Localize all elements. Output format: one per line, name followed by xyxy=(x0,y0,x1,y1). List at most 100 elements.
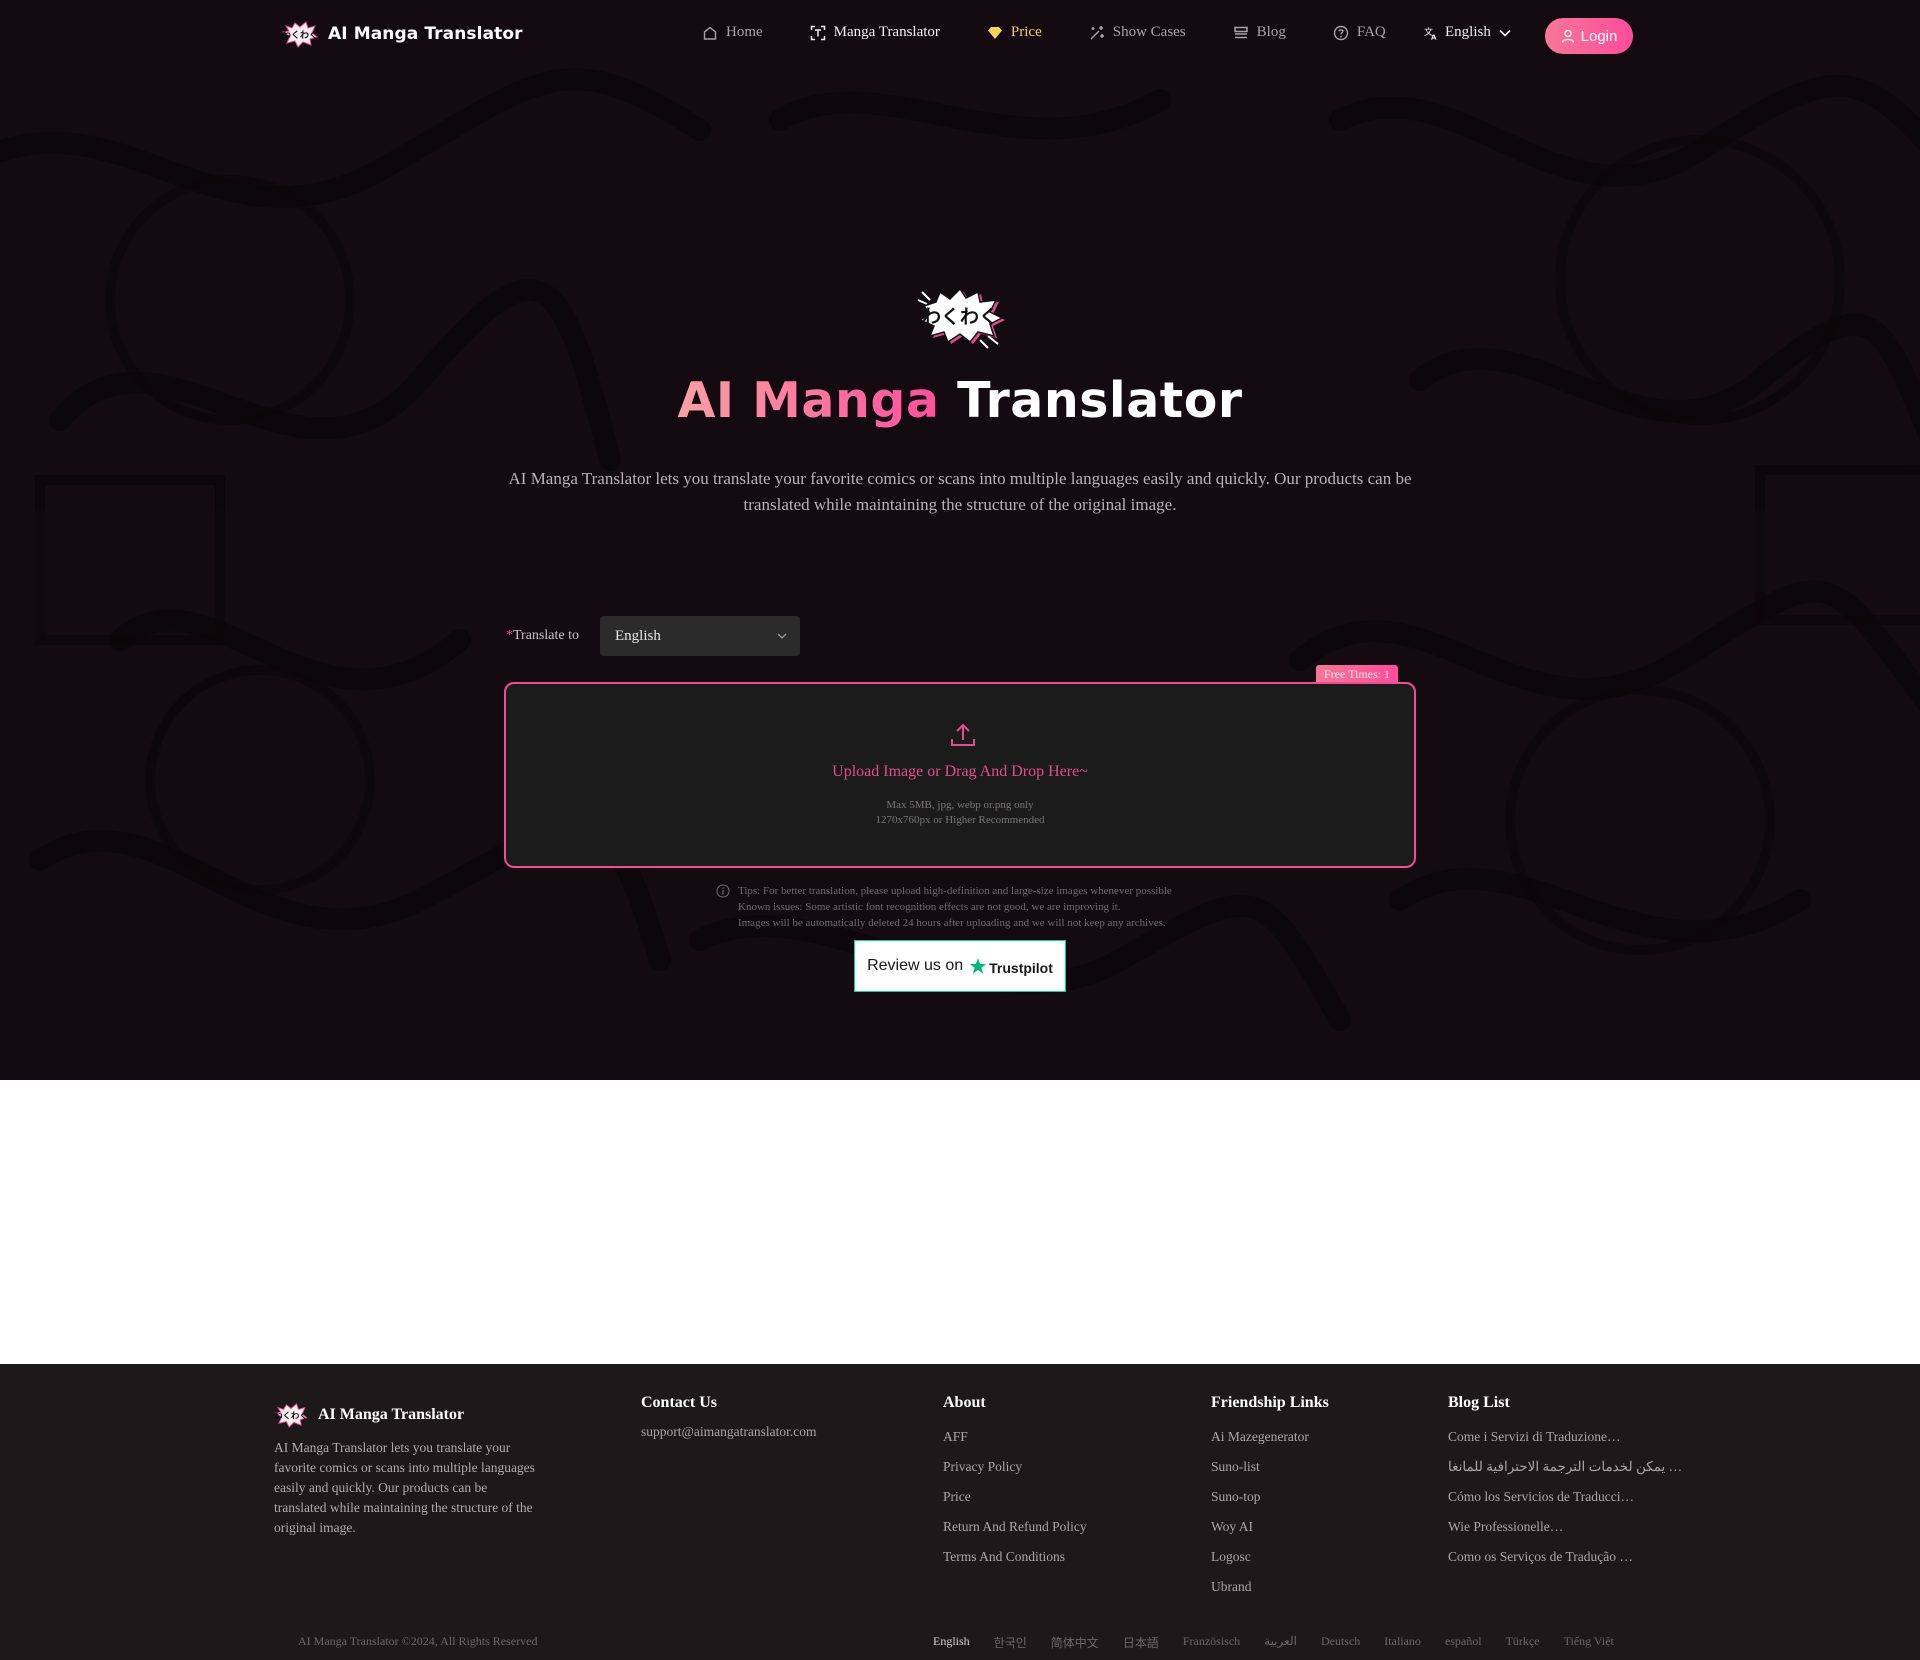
target-language-select[interactable]: English xyxy=(600,616,800,656)
friendship-link[interactable]: Logosc xyxy=(1211,1542,1329,1572)
hero-description: AI Manga Translator lets you translate y… xyxy=(508,469,1412,514)
trustpilot-text: Review us on xyxy=(867,957,964,974)
translate-to-label-text: Translate to xyxy=(513,628,579,643)
friendship-link[interactable]: Suno-top xyxy=(1211,1482,1329,1512)
blog-link[interactable]: Wie Professionelle… xyxy=(1448,1512,1682,1542)
trustpilot-brand: Trustpilot xyxy=(989,959,1053,976)
footer-lang-italian[interactable]: Italiano xyxy=(1384,1634,1421,1651)
nav-item-label: FAQ xyxy=(1356,24,1386,40)
home-icon xyxy=(703,26,717,40)
footer-link-aff[interactable]: AFF xyxy=(943,1422,1087,1452)
footer-contact-title: Contact Us xyxy=(641,1394,717,1411)
top-navigation: わくわく AI Manga Translator Home Manga Tran… xyxy=(0,0,1920,70)
nav-item-label: Home xyxy=(726,24,763,40)
translate-icon: 文A xyxy=(1424,26,1437,40)
footer-blog-list: Blog List Come i Servizi di Traduzione… … xyxy=(1448,1394,1682,1572)
mascot-burst-icon: わくわく xyxy=(917,287,1005,349)
diamond-icon xyxy=(987,26,1002,39)
blog-icon xyxy=(1233,26,1248,38)
upload-hint-resolution: 1270x760px or Higher Recommended xyxy=(875,814,1045,826)
blog-link[interactable]: Cómo los Servicios de Traducci… xyxy=(1448,1482,1682,1512)
chevron-down-icon xyxy=(1499,29,1511,37)
footer-lang-turkish[interactable]: Türkçe xyxy=(1506,1634,1540,1651)
footer-blog-title: Blog List xyxy=(1448,1394,1510,1411)
star-icon xyxy=(969,957,987,974)
footer-lang-english[interactable]: English xyxy=(933,1634,970,1651)
selected-language: English xyxy=(615,627,661,644)
info-icon xyxy=(716,884,730,898)
blog-link[interactable]: … يمكن لخدمات الترجمة الاحترافية للمانغا xyxy=(1448,1452,1682,1482)
nav-menu: Home Manga Translator Price Show Cases B… xyxy=(702,24,1433,41)
required-mark: * xyxy=(506,628,513,643)
blog-link[interactable]: Como os Serviços de Tradução … xyxy=(1448,1542,1682,1572)
upload-hint: Max 5MB, jpg, webp or.png only 1270x760p… xyxy=(506,798,1414,828)
footer-lang-arabic[interactable]: العربية xyxy=(1264,1634,1297,1651)
svg-text:わくわく: わくわく xyxy=(282,30,318,41)
footer-lang-chinese[interactable]: 简体中文 xyxy=(1051,1634,1099,1651)
logo-icon: わくわく xyxy=(282,21,318,48)
footer-link-terms[interactable]: Terms And Conditions xyxy=(943,1542,1087,1572)
footer-contact: Contact Us support@aimangatranslator.com xyxy=(641,1394,817,1442)
footer-lang-spanish[interactable]: español xyxy=(1445,1634,1482,1651)
login-button[interactable]: Login xyxy=(1545,18,1633,54)
upload-hint-size: Max 5MB, jpg, webp or.png only xyxy=(886,799,1034,811)
nav-item-label: Show Cases xyxy=(1112,24,1186,40)
footer-link-privacy-policy[interactable]: Privacy Policy xyxy=(943,1452,1087,1482)
chevron-down-icon xyxy=(777,633,787,639)
nav-item-price[interactable]: Price xyxy=(987,24,1042,41)
hero-section: わくわく AI Manga Translator Home Manga Tran… xyxy=(0,0,1920,1080)
footer-friendship-title: Friendship Links xyxy=(1211,1394,1329,1411)
footer-about-title: About xyxy=(943,1394,986,1411)
footer-lang-korean[interactable]: 한국인 xyxy=(994,1634,1027,1651)
nav-item-manga-translator[interactable]: Manga Translator xyxy=(810,24,940,41)
brand-link[interactable]: わくわく AI Manga Translator xyxy=(282,20,523,48)
footer-about: About AFF Privacy Policy Price Return An… xyxy=(943,1394,1087,1572)
login-label: Login xyxy=(1580,27,1618,45)
friendship-link[interactable]: Woy AI xyxy=(1211,1512,1329,1542)
footer-link-refund-policy[interactable]: Return And Refund Policy xyxy=(943,1512,1087,1542)
magic-wand-icon xyxy=(1090,25,1104,40)
current-language: English xyxy=(1445,24,1491,40)
footer-brand[interactable]: わくわく AI Manga Translator xyxy=(274,1402,464,1428)
support-email-link[interactable]: support@aimangatranslator.com xyxy=(641,1422,817,1442)
footer-friendship-links: Friendship Links Ai Mazegenerator Suno-l… xyxy=(1211,1394,1329,1602)
tip-line: Images will be automatically deleted 24 … xyxy=(738,917,1166,929)
tip-line: Tips: For better translation, please upl… xyxy=(738,885,1172,897)
svg-text:わくわく: わくわく xyxy=(922,306,998,328)
translate-to-label: *Translate to xyxy=(506,628,600,644)
svg-text:A: A xyxy=(1431,33,1437,40)
footer: わくわく AI Manga Translator AI Manga Transl… xyxy=(0,1364,1920,1660)
user-icon xyxy=(1561,29,1574,43)
translate-to-row: *Translate to English xyxy=(506,616,800,656)
hero-title-rest: Translator xyxy=(957,372,1243,429)
blog-link[interactable]: Come i Servizi di Traduzione… xyxy=(1448,1422,1682,1452)
text-scan-icon xyxy=(810,25,825,40)
footer-language-list: English 한국인 简体中文 日本語 Französisch العربية… xyxy=(933,1634,1638,1651)
language-switcher[interactable]: 文A English xyxy=(1424,24,1512,41)
nav-item-faq[interactable]: FAQ xyxy=(1333,24,1386,41)
brand-name: AI Manga Translator xyxy=(328,24,523,44)
footer-lang-vietnamese[interactable]: Tiếng Việt xyxy=(1564,1634,1614,1651)
trustpilot-logo: Trustpilot xyxy=(969,957,1053,976)
nav-item-show-cases[interactable]: Show Cases xyxy=(1089,24,1186,41)
logo-icon: わくわく xyxy=(274,1403,308,1428)
nav-item-label: Price xyxy=(1010,24,1042,40)
trustpilot-review-button[interactable]: Review us on Trustpilot xyxy=(854,940,1066,992)
friendship-link[interactable]: Ai Mazegenerator xyxy=(1211,1422,1329,1452)
upload-icon xyxy=(951,723,975,746)
friendship-link[interactable]: Ubrand xyxy=(1211,1572,1329,1602)
footer-lang-french[interactable]: Französisch xyxy=(1183,1634,1240,1651)
friendship-link[interactable]: Suno-list xyxy=(1211,1452,1329,1482)
tip-line: Known issues: Some artistic font recogni… xyxy=(738,901,1121,913)
footer-description: AI Manga Translator lets you translate y… xyxy=(274,1440,535,1535)
footer-lang-japanese[interactable]: 日本語 xyxy=(1123,1634,1159,1651)
hero-title-accent: AI Manga xyxy=(677,372,940,429)
footer-link-price[interactable]: Price xyxy=(943,1482,1087,1512)
svg-text:わくわく: わくわく xyxy=(274,1411,307,1421)
upload-title: Upload Image or Drag And Drop Here~ xyxy=(832,763,1088,780)
footer-bottom-bar: AI Manga Translator ©2024, All Rights Re… xyxy=(0,1634,1920,1652)
upload-dropzone[interactable]: Upload Image or Drag And Drop Here~ Max … xyxy=(504,682,1416,868)
nav-item-home[interactable]: Home xyxy=(702,24,763,41)
footer-lang-german[interactable]: Deutsch xyxy=(1321,1634,1360,1651)
nav-item-blog[interactable]: Blog xyxy=(1233,24,1286,41)
